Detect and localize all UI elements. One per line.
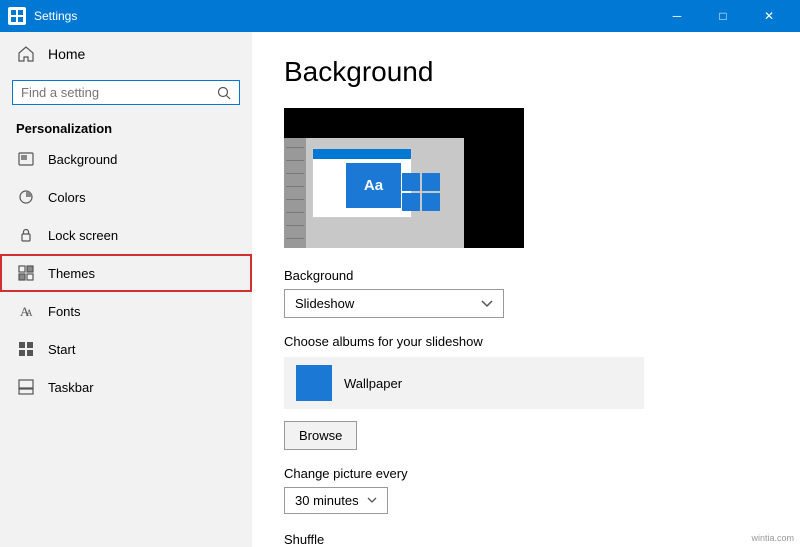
preview-desktop: Aa	[284, 138, 464, 248]
album-item[interactable]: Wallpaper	[284, 357, 644, 409]
fonts-icon: A A	[16, 301, 36, 321]
lock-icon	[16, 225, 36, 245]
album-thumbnail	[296, 365, 332, 401]
preview-tiles	[402, 173, 440, 211]
settings-app-icon	[8, 7, 26, 25]
sidebar-item-themes-label: Themes	[48, 266, 95, 281]
sidebar-item-colors[interactable]: Colors	[0, 178, 252, 216]
sidebar: Home Personalization Background	[0, 32, 252, 547]
ruler-line-8	[286, 238, 304, 239]
small-dropdown-chevron-icon	[367, 497, 377, 504]
maximize-button[interactable]: □	[700, 0, 746, 32]
ruler-line-3	[286, 173, 304, 174]
ruler-line-5	[286, 199, 304, 200]
sidebar-item-lock-screen[interactable]: Lock screen	[0, 216, 252, 254]
colors-icon	[16, 187, 36, 207]
svg-text:A: A	[26, 308, 33, 318]
search-input[interactable]	[21, 85, 211, 100]
albums-label: Choose albums for your slideshow	[284, 334, 768, 349]
sidebar-item-home[interactable]: Home	[0, 32, 252, 76]
search-box[interactable]	[12, 80, 240, 105]
picture-every-label: Change picture every	[284, 466, 768, 481]
taskbar-icon	[16, 377, 36, 397]
sidebar-item-start[interactable]: Start	[0, 330, 252, 368]
home-icon	[16, 44, 36, 64]
titlebar: Settings ─ □ ✕	[0, 0, 800, 32]
picture-every-value: 30 minutes	[295, 493, 359, 508]
page-title: Background	[284, 56, 768, 88]
shuffle-label: Shuffle	[284, 532, 768, 547]
ruler-line-2	[286, 160, 304, 161]
picture-every-dropdown[interactable]: 30 minutes	[284, 487, 388, 514]
content-area: Background	[252, 32, 800, 547]
preview-window-titlebar	[313, 149, 411, 159]
sidebar-item-fonts-label: Fonts	[48, 304, 81, 319]
preview-tile-1	[402, 173, 420, 191]
preview-tile-2	[422, 173, 440, 191]
ruler-line-6	[286, 212, 304, 213]
background-field-label: Background	[284, 268, 768, 283]
background-dropdown[interactable]: Slideshow	[284, 289, 504, 318]
preview-ruler	[284, 138, 306, 248]
search-icon	[217, 86, 231, 100]
background-dropdown-value: Slideshow	[295, 296, 354, 311]
titlebar-left: Settings	[8, 7, 77, 25]
ruler-line-4	[286, 186, 304, 187]
sidebar-section-title: Personalization	[0, 113, 252, 140]
preview-tile-3	[402, 193, 420, 211]
background-preview: Aa	[284, 108, 524, 248]
sidebar-item-lock-screen-label: Lock screen	[48, 228, 118, 243]
main-layout: Home Personalization Background	[0, 32, 800, 547]
home-label: Home	[48, 46, 85, 62]
titlebar-controls: ─ □ ✕	[654, 0, 792, 32]
start-icon	[16, 339, 36, 359]
minimize-button[interactable]: ─	[654, 0, 700, 32]
sidebar-item-fonts[interactable]: A A Fonts	[0, 292, 252, 330]
close-button[interactable]: ✕	[746, 0, 792, 32]
sidebar-item-colors-label: Colors	[48, 190, 86, 205]
preview-tile-4	[422, 193, 440, 211]
sidebar-item-taskbar[interactable]: Taskbar	[0, 368, 252, 406]
sidebar-item-themes[interactable]: Themes	[0, 254, 252, 292]
ruler-line-7	[286, 225, 304, 226]
sidebar-item-taskbar-label: Taskbar	[48, 380, 94, 395]
dropdown-chevron-icon	[481, 300, 493, 308]
sidebar-item-background-label: Background	[48, 152, 117, 167]
themes-icon	[16, 263, 36, 283]
browse-button[interactable]: Browse	[284, 421, 357, 450]
background-icon	[16, 149, 36, 169]
album-name: Wallpaper	[344, 376, 402, 391]
ruler-line-1	[286, 147, 304, 148]
titlebar-title: Settings	[34, 9, 77, 23]
sidebar-item-background[interactable]: Background	[0, 140, 252, 178]
sidebar-item-start-label: Start	[48, 342, 75, 357]
preview-aa-block: Aa	[346, 163, 401, 208]
